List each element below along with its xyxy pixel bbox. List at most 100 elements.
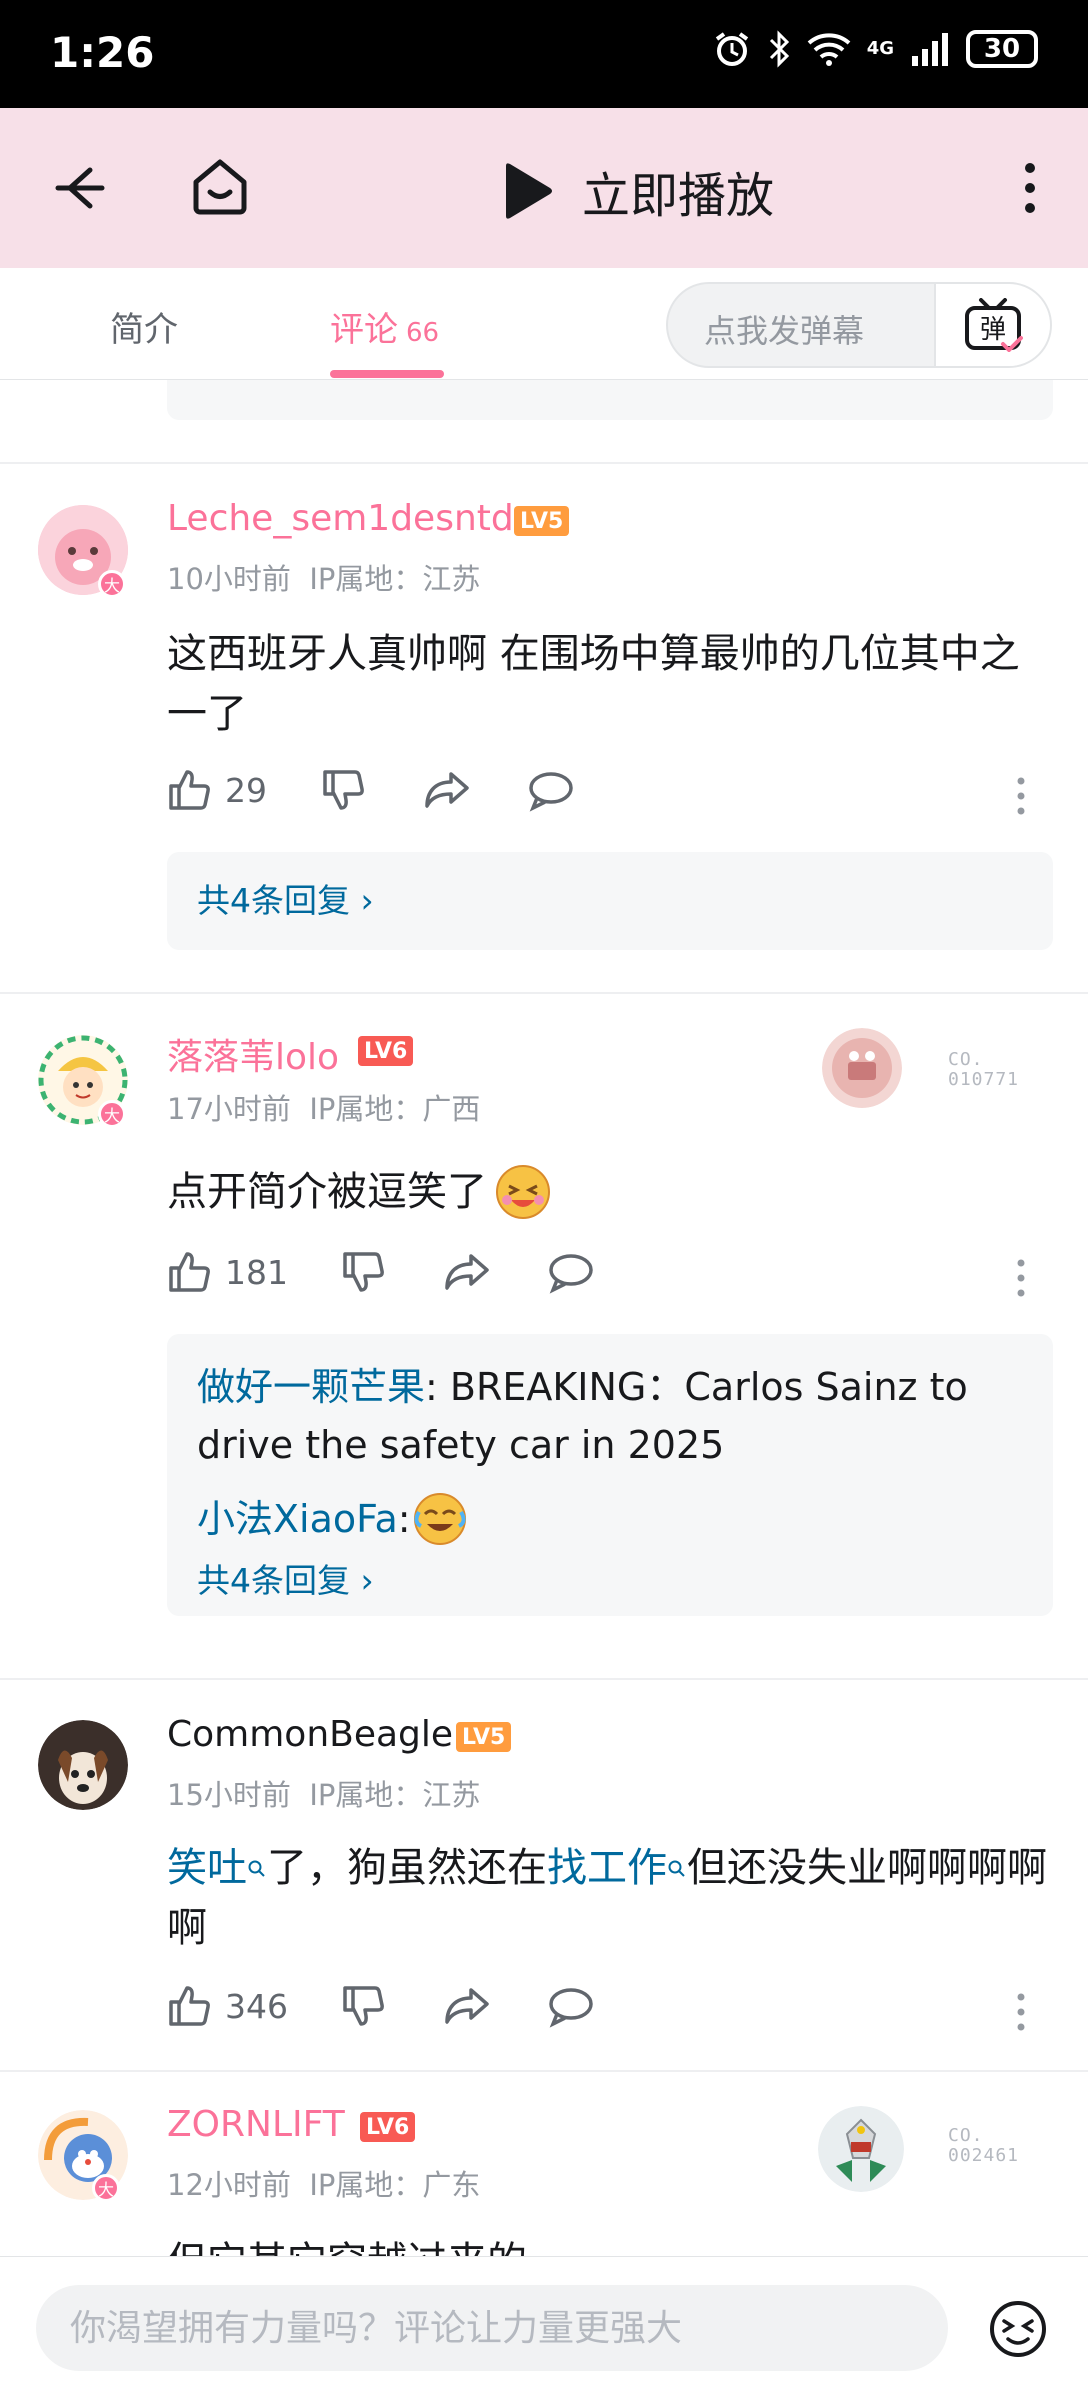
comment-text-body: 点开简介被逗笑了	[167, 1169, 487, 1215]
comment-time: 12小时前	[167, 2168, 291, 2202]
share-icon[interactable]	[443, 1250, 491, 1294]
comment-more-icon[interactable]	[1015, 1258, 1027, 1298]
bottom-comment-bar	[0, 2256, 1088, 2400]
sub-replies: 做好一颗芒果: BREAKING：Carlos Sainz to drive t…	[167, 1334, 1053, 1616]
bluetooth-icon	[769, 30, 789, 68]
danmaku-toggle-button[interactable]: 弹	[934, 284, 1050, 366]
thumbs-up-icon	[169, 770, 210, 810]
danmaku-input[interactable]: 点我发弹幕 弹	[666, 282, 1052, 368]
share-icon[interactable]	[423, 768, 471, 812]
crying-laugh-emoji-icon	[413, 1493, 466, 1545]
fan-medal-image	[822, 1028, 902, 1108]
reply-icon[interactable]	[547, 1984, 595, 2028]
avatar-badge: 大	[98, 1100, 126, 1128]
username[interactable]: CommonBeagle	[167, 1714, 453, 1755]
battery-indicator: 30	[966, 30, 1038, 68]
status-time: 1:26	[50, 28, 155, 77]
comment-meta: 17小时前 IP属地：广西	[167, 1086, 480, 1128]
username[interactable]: 落落苇lolo	[167, 1028, 339, 1080]
fan-number: CO. 010771	[948, 1050, 1038, 1090]
fan-number-prefix: CO.	[948, 1049, 984, 1070]
reply-icon[interactable]	[527, 768, 575, 812]
danmaku-icon-char: 弹	[980, 315, 1006, 345]
search-icon	[248, 1860, 265, 1877]
thumbs-down-icon[interactable]	[341, 1250, 385, 1294]
comment-actions: 346	[167, 1984, 1047, 2044]
tab-comments-count: 66	[406, 318, 440, 348]
comment-ip: IP属地：广东	[309, 2168, 481, 2202]
tab-active-indicator	[330, 370, 444, 378]
thumbs-up-icon	[169, 1986, 210, 2026]
divider	[0, 992, 1088, 994]
comment-more-icon[interactable]	[1015, 1992, 1027, 2032]
danmaku-placeholder: 点我发弹幕	[704, 312, 865, 350]
comment-time: 15小时前	[167, 1778, 291, 1812]
search-keyword-link[interactable]: 笑吐	[167, 1845, 247, 1891]
level-badge: LV5	[514, 506, 570, 536]
avatar[interactable]	[38, 1720, 128, 1810]
fan-medal-avatar[interactable]	[818, 2106, 904, 2192]
comment-text: 但它其它穿越过来的	[167, 2232, 1047, 2256]
wifi-icon	[807, 33, 851, 66]
thumbs-down-icon[interactable]	[341, 1984, 385, 2028]
sub-reply-author[interactable]: 小法XiaoFa	[197, 1490, 398, 1548]
fan-number-prefix: CO.	[948, 2125, 984, 2146]
like-button[interactable]: 29	[167, 768, 267, 812]
comment-text-body: 了，狗虽然还在	[267, 1845, 547, 1891]
home-icon[interactable]	[186, 152, 254, 220]
comment-input[interactable]	[36, 2285, 948, 2371]
laughing-emoji-icon	[496, 1165, 550, 1219]
avatar-badge: 大	[92, 2174, 120, 2202]
top-nav: 立即播放	[0, 108, 1088, 268]
comment-ip: IP属地：广西	[309, 1092, 481, 1126]
avatar-badge: 大	[98, 570, 126, 598]
back-arrow-icon[interactable]	[50, 156, 114, 220]
play-now-button[interactable]: 立即播放	[500, 156, 774, 226]
comment-ip: IP属地：江苏	[309, 562, 481, 596]
sub-reply[interactable]: 做好一颗芒果: BREAKING：Carlos Sainz to drive t…	[197, 1358, 1023, 1474]
more-replies-link[interactable]: 共4条回复 ›	[197, 876, 1023, 926]
more-vertical-icon[interactable]	[1010, 160, 1050, 216]
like-button[interactable]: 346	[167, 1984, 288, 2028]
thumbs-up-icon	[169, 1252, 210, 1292]
search-keyword-link[interactable]: 找工作	[547, 1845, 667, 1891]
level-badge: LV6	[358, 1036, 414, 1066]
more-replies-link[interactable]: 共4条回复 ›	[197, 1554, 1023, 1602]
sub-reply-author[interactable]: 做好一颗芒果	[197, 1365, 425, 1409]
emoji-icon[interactable]	[988, 2299, 1048, 2359]
sub-reply-text: :	[397, 1497, 411, 1541]
like-count: 29	[225, 770, 267, 810]
comment-ip: IP属地：江苏	[309, 1778, 481, 1812]
tab-bar: 简介 评论 66 点我发弹幕 弹	[0, 268, 1088, 380]
divider	[0, 1678, 1088, 1680]
comment-text: 笑吐 了，狗虽然还在找工作 但还没失业啊啊啊啊啊	[167, 1838, 1047, 1958]
comment-more-icon[interactable]	[1015, 776, 1027, 816]
comment-time: 17小时前	[167, 1092, 291, 1126]
status-icons: 4G 30	[713, 30, 1038, 68]
tab-intro[interactable]: 简介	[110, 302, 178, 351]
comment-time: 10小时前	[167, 562, 291, 596]
tab-comments[interactable]: 评论 66	[330, 302, 439, 351]
sub-reply[interactable]: 小法XiaoFa:	[197, 1490, 1023, 1548]
search-icon	[668, 1860, 685, 1877]
status-bar: 1:26 4G 30	[0, 0, 1088, 108]
previous-reply-box	[167, 380, 1053, 420]
comment-text: 这西班牙人真帅啊 在围场中算最帅的几位其中之一了	[167, 631, 1020, 737]
thumbs-down-icon[interactable]	[321, 768, 365, 812]
username[interactable]: ZORNLIFT	[167, 2104, 345, 2145]
reply-icon[interactable]	[547, 1250, 595, 1294]
level-badge: LV6	[360, 2112, 416, 2142]
comment-meta: 12小时前 IP属地：广东	[167, 2162, 480, 2204]
comment-list: 大 Leche_sem1desntd LV5 10小时前 IP属地：江苏 这西班…	[0, 380, 1088, 2256]
level-badge: LV5	[456, 1722, 512, 1752]
network-type: 4G	[866, 38, 894, 59]
fan-number: CO. 002461	[948, 2126, 1038, 2166]
fan-medal-image	[818, 2106, 904, 2192]
fan-medal-avatar[interactable]	[822, 1028, 902, 1108]
share-icon[interactable]	[443, 1984, 491, 2028]
alarm-icon	[715, 32, 748, 66]
like-button[interactable]: 181	[167, 1250, 288, 1294]
comment-actions: 181	[167, 1250, 1047, 1310]
comment-actions: 29	[167, 768, 1047, 828]
username[interactable]: Leche_sem1desntd	[167, 498, 514, 539]
